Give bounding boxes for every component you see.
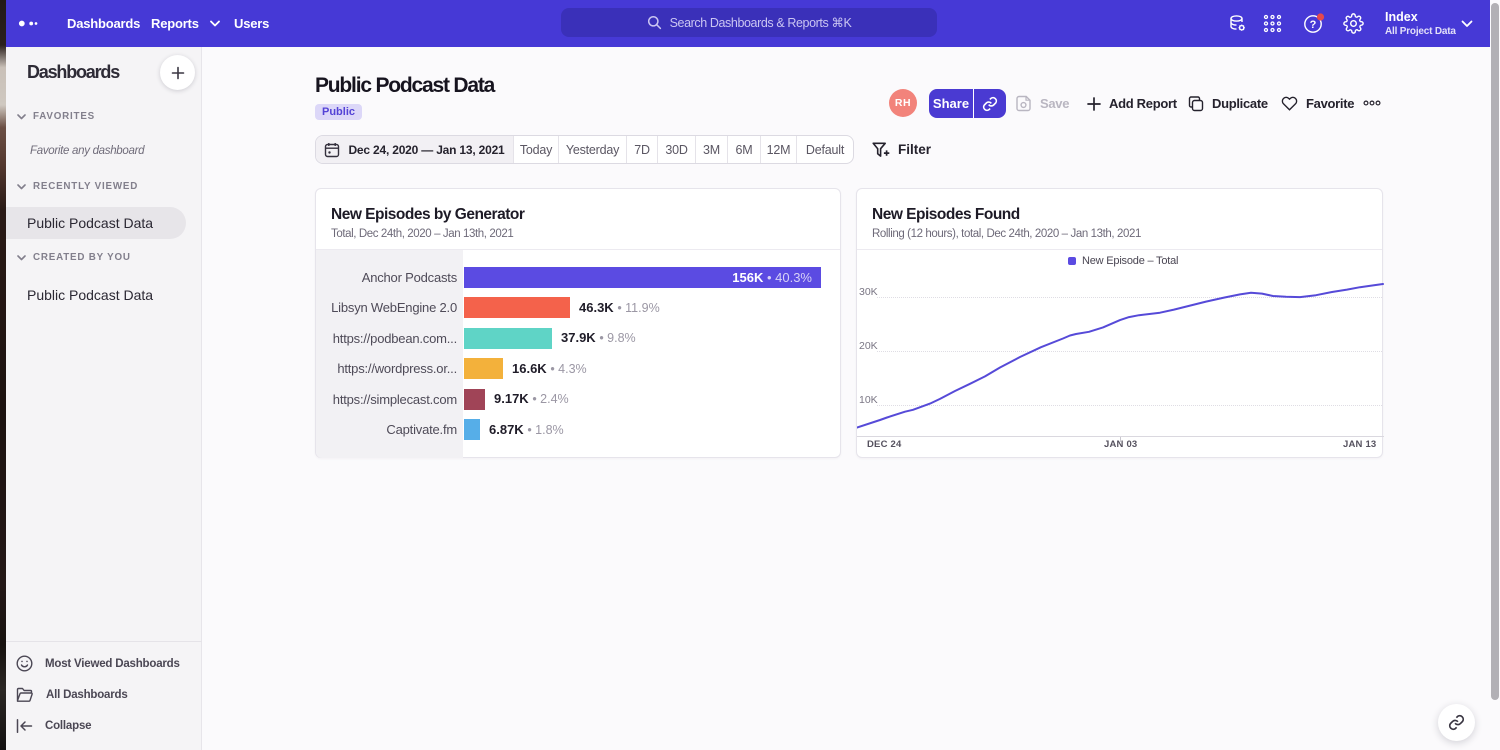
svg-text:?: ? xyxy=(1310,19,1317,31)
